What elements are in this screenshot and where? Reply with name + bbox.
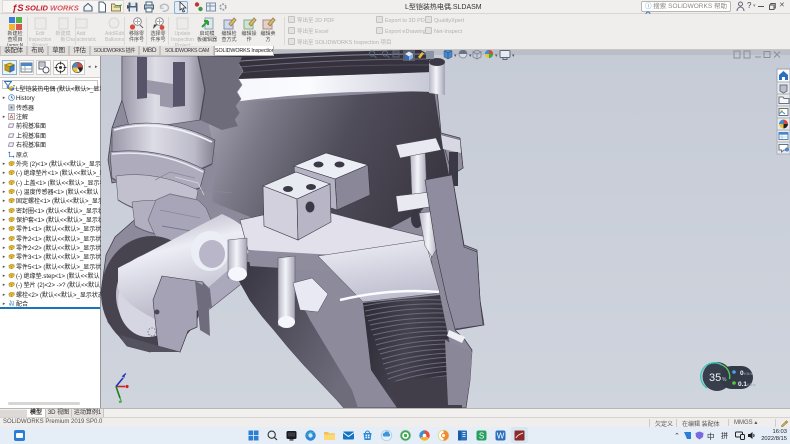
svg-text:W: W bbox=[497, 432, 505, 441]
svg-text:A: A bbox=[10, 115, 14, 120]
svg-text:0.1: 0.1 bbox=[738, 381, 747, 388]
svg-text:KB/s: KB/s bbox=[747, 382, 755, 387]
svg-text:KB/s: KB/s bbox=[744, 371, 752, 376]
svg-text:%: % bbox=[722, 377, 727, 383]
svg-text:ƒS: ƒS bbox=[12, 3, 24, 13]
svg-text:35: 35 bbox=[709, 372, 721, 384]
svg-text:S: S bbox=[479, 432, 484, 441]
svg-text:SOLID: SOLID bbox=[25, 4, 49, 13]
svg-text:WORKS: WORKS bbox=[50, 4, 79, 13]
